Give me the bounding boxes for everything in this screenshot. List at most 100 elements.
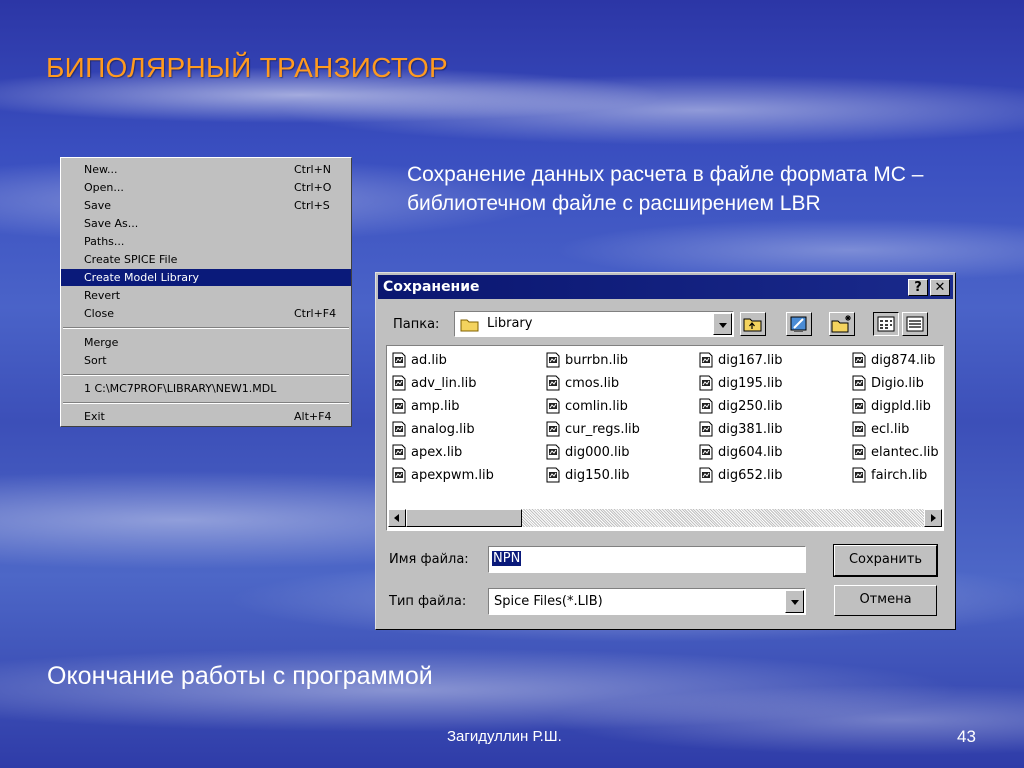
- scroll-right-button[interactable]: [924, 509, 942, 527]
- list-view-button[interactable]: [873, 312, 899, 336]
- file-item[interactable]: analog.lib: [391, 419, 475, 441]
- file-item[interactable]: ad.lib: [391, 350, 447, 372]
- menu-item-paths[interactable]: Paths...: [61, 233, 351, 250]
- close-button[interactable]: ✕: [930, 279, 950, 296]
- file-item[interactable]: dig250.lib: [698, 396, 783, 418]
- file-name: amp.lib: [411, 399, 460, 414]
- save-button[interactable]: Сохранить: [833, 544, 938, 577]
- up-folder-icon: [743, 318, 762, 332]
- arrow-right-icon: [931, 514, 936, 522]
- menu-item-sort[interactable]: Sort: [61, 352, 351, 369]
- folder-label: Папка:: [393, 317, 440, 332]
- horizontal-scrollbar[interactable]: [388, 509, 942, 527]
- menu-item-create-spice-file[interactable]: Create SPICE File: [61, 251, 351, 268]
- file-item[interactable]: cur_regs.lib: [545, 419, 640, 441]
- menu-item-label: 1 C:\MC7PROF\LIBRARY\NEW1.MDL: [84, 382, 277, 395]
- file-item[interactable]: dig381.lib: [698, 419, 783, 441]
- library-file-icon: [852, 352, 866, 367]
- file-item[interactable]: adv_lin.lib: [391, 373, 476, 395]
- library-file-icon: [699, 467, 713, 482]
- menu-item-close[interactable]: Close Ctrl+F4: [61, 305, 351, 322]
- file-item[interactable]: comlin.lib: [545, 396, 628, 418]
- menu-item-open[interactable]: Open... Ctrl+O: [61, 179, 351, 196]
- desktop-button[interactable]: [786, 312, 812, 336]
- file-item[interactable]: dig000.lib: [545, 442, 630, 464]
- filetype-value: Spice Files(*.LIB): [494, 594, 603, 609]
- file-item[interactable]: ecl.lib: [851, 419, 909, 441]
- file-item[interactable]: dig195.lib: [698, 373, 783, 395]
- description-text: Сохранение данных расчета в файле формат…: [407, 163, 924, 215]
- library-file-icon: [392, 398, 406, 413]
- page-number: 43: [957, 727, 976, 746]
- menu-item-label: Sort: [84, 354, 107, 367]
- menu-item-create-model-library[interactable]: Create Model Library: [61, 269, 351, 286]
- menu-item-revert[interactable]: Revert: [61, 287, 351, 304]
- library-file-icon: [852, 444, 866, 459]
- file-name: fairch.lib: [871, 468, 928, 483]
- file-item[interactable]: digpld.lib: [851, 396, 931, 418]
- library-file-icon: [392, 467, 406, 482]
- file-name: dig604.lib: [718, 445, 783, 460]
- file-name: apexpwm.lib: [411, 468, 494, 483]
- cancel-button[interactable]: Отмена: [834, 585, 937, 616]
- filetype-select[interactable]: Spice Files(*.LIB): [488, 588, 806, 615]
- save-dialog: Сохранение ? ✕ Папка: Library Имя файла:…: [375, 272, 956, 630]
- arrow-left-icon: [394, 514, 399, 522]
- filetype-dropdown-arrow[interactable]: [785, 590, 804, 613]
- menu-item-merge[interactable]: Merge: [61, 334, 351, 351]
- filename-label: Имя файла:: [389, 552, 469, 567]
- folder-combo[interactable]: Library: [454, 311, 734, 337]
- library-file-icon: [392, 352, 406, 367]
- file-name: digpld.lib: [871, 399, 931, 414]
- menu-item-exit[interactable]: Exit Alt+F4: [61, 408, 351, 425]
- library-file-icon: [699, 421, 713, 436]
- menu-item-label: Paths...: [84, 235, 125, 248]
- library-file-icon: [546, 375, 560, 390]
- file-item[interactable]: apex.lib: [391, 442, 462, 464]
- file-item[interactable]: dig167.lib: [698, 350, 783, 372]
- library-file-icon: [392, 375, 406, 390]
- library-file-icon: [852, 398, 866, 413]
- menu-item-recent-file[interactable]: 1 C:\MC7PROF\LIBRARY\NEW1.MDL: [61, 380, 351, 397]
- author-name: Загидуллин Р.Ш.: [447, 728, 562, 745]
- file-menu: New... Ctrl+N Open... Ctrl+O Save Ctrl+S…: [60, 157, 352, 427]
- file-item[interactable]: dig604.lib: [698, 442, 783, 464]
- menu-item-shortcut: Alt+F4: [294, 410, 332, 423]
- new-folder-button[interactable]: [829, 312, 855, 336]
- file-item[interactable]: cmos.lib: [545, 373, 619, 395]
- filename-input[interactable]: NPN: [488, 546, 806, 573]
- scroll-left-button[interactable]: [388, 509, 406, 527]
- dialog-title-bar[interactable]: Сохранение ? ✕: [378, 275, 953, 299]
- file-item[interactable]: dig150.lib: [545, 465, 630, 487]
- file-item[interactable]: fairch.lib: [851, 465, 927, 487]
- library-file-icon: [852, 467, 866, 482]
- file-name: apex.lib: [411, 445, 463, 460]
- scroll-thumb[interactable]: [406, 509, 522, 527]
- file-name: dig000.lib: [565, 445, 630, 460]
- menu-item-save-as[interactable]: Save As...: [61, 215, 351, 232]
- menu-item-label: Open...: [84, 181, 124, 194]
- menu-item-save[interactable]: Save Ctrl+S: [61, 197, 351, 214]
- menu-item-label: Merge: [84, 336, 119, 349]
- up-folder-button[interactable]: [740, 312, 766, 336]
- menu-item-new[interactable]: New... Ctrl+N: [61, 161, 351, 178]
- file-item[interactable]: burrbn.lib: [545, 350, 628, 372]
- file-item[interactable]: apexpwm.lib: [391, 465, 494, 487]
- help-button[interactable]: ?: [908, 279, 928, 296]
- library-file-icon: [699, 398, 713, 413]
- menu-separator: [63, 374, 349, 376]
- slide-title: БИПОЛЯРНЫЙ ТРАНЗИСТОР: [46, 52, 449, 83]
- menu-item-shortcut: Ctrl+F4: [294, 307, 337, 320]
- file-item[interactable]: dig652.lib: [698, 465, 783, 487]
- file-name: burrbn.lib: [565, 353, 629, 368]
- file-item[interactable]: dig874.lib: [851, 350, 936, 372]
- new-folder-icon: [831, 315, 851, 333]
- file-item[interactable]: elantec.lib: [851, 442, 939, 464]
- file-item[interactable]: amp.lib: [391, 396, 460, 418]
- folder-dropdown-arrow[interactable]: [713, 313, 732, 335]
- details-view-button[interactable]: [902, 312, 928, 336]
- library-file-icon: [546, 467, 560, 482]
- file-item[interactable]: Digio.lib: [851, 373, 924, 395]
- file-name: cmos.lib: [565, 376, 620, 391]
- desktop-icon: [790, 316, 807, 332]
